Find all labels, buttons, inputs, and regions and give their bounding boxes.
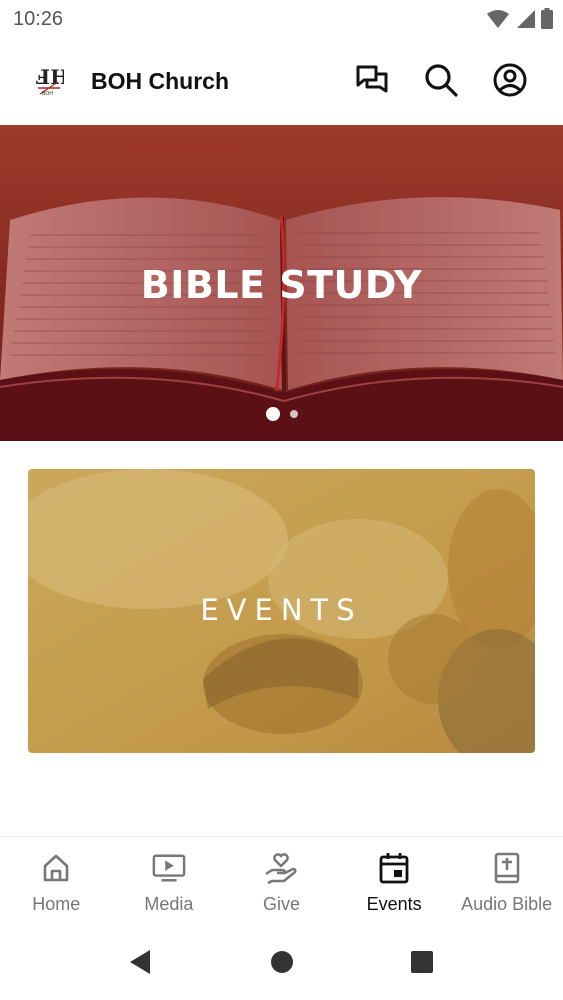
events-card[interactable]: EVENTS (28, 469, 535, 753)
account-icon (493, 63, 527, 102)
carousel-dot[interactable] (289, 410, 298, 418)
system-navigation-bar (0, 928, 563, 1000)
app-title: BOH Church (91, 68, 229, 94)
nav-item-give[interactable]: Give (225, 837, 338, 928)
cell-signal-icon (515, 9, 535, 34)
home-circle-icon (270, 950, 294, 979)
nav-item-home[interactable]: Home (0, 837, 113, 928)
nav-item-media[interactable]: Media (113, 837, 226, 928)
calendar-icon (377, 851, 411, 885)
svg-text:ℲH: ℲH (36, 65, 64, 89)
nav-label-give: Give (262, 894, 300, 914)
wifi-icon (487, 9, 509, 34)
status-bar: 10:26 (0, 0, 563, 38)
bible-book-icon (490, 851, 524, 885)
account-button[interactable] (490, 62, 530, 102)
carousel-slide-title: BIBLE STUDY (140, 263, 423, 307)
nav-label-media: Media (144, 894, 194, 914)
hero-carousel[interactable]: BIBLE STUDY (0, 125, 563, 441)
boh-logo-icon: ℲH BOH (34, 64, 69, 97)
nav-label-events: Events (366, 894, 422, 914)
recents-square-icon (410, 950, 434, 979)
give-hand-heart-icon (264, 851, 298, 885)
carousel-indicator (0, 407, 563, 421)
status-time: 10:26 (13, 8, 64, 30)
nav-item-audio-bible[interactable]: Audio Bible (450, 837, 563, 928)
bottom-navigation: Home Media Give Events Audio Bible (0, 836, 563, 928)
search-icon (424, 63, 458, 102)
svg-text:BOH: BOH (42, 91, 53, 96)
nav-item-events[interactable]: Events (338, 837, 451, 928)
system-home-button[interactable] (266, 948, 298, 980)
chat-icon (355, 64, 389, 101)
search-button[interactable] (421, 62, 461, 102)
status-icons (487, 8, 553, 34)
nav-label-audio-bible: Audio Bible (461, 894, 553, 914)
back-icon (128, 949, 152, 980)
events-card-label: EVENTS (200, 593, 363, 627)
nav-label-home: Home (32, 894, 81, 914)
app-bar: ℲH BOH BOH Church (0, 38, 563, 125)
carousel-dot-active[interactable] (265, 407, 280, 421)
battery-icon (541, 8, 553, 34)
system-back-button[interactable] (124, 948, 156, 980)
home-icon (39, 851, 73, 885)
system-recents-button[interactable] (406, 948, 438, 980)
media-play-icon (152, 851, 186, 885)
chat-button[interactable] (352, 62, 392, 102)
